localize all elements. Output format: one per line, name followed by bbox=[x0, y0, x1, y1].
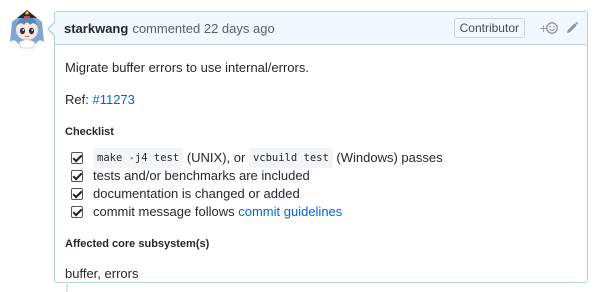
checklist-heading: Checklist bbox=[65, 126, 114, 138]
add-reaction-icon[interactable]: + bbox=[539, 21, 559, 35]
checklist-item-text: (UNIX), or bbox=[186, 150, 246, 165]
checklist-item: documentation is changed or added bbox=[71, 185, 577, 203]
inline-code: vcbuild test bbox=[248, 148, 333, 168]
comment-header: starkwang commented 22 days ago Contribu… bbox=[55, 12, 587, 45]
checkbox-checked[interactable] bbox=[71, 206, 83, 218]
comment-caret-inner bbox=[49, 22, 56, 36]
subsystems-heading: Affected core subsystem(s) bbox=[65, 238, 210, 250]
ref-line: Ref: #11273 bbox=[65, 91, 577, 109]
timeline-connector bbox=[66, 282, 68, 292]
checkbox-checked[interactable] bbox=[71, 170, 83, 182]
timeline: starkwang commented 22 days ago Contribu… bbox=[0, 0, 600, 292]
comment-action: commented bbox=[132, 20, 201, 36]
checkbox-checked[interactable] bbox=[71, 188, 83, 200]
checklist-item-text: commit message follows bbox=[93, 204, 235, 219]
checklist-item: commit message follows commit guidelines bbox=[71, 203, 577, 221]
checklist-item: tests and/or benchmarks are included bbox=[71, 167, 577, 185]
checkbox-checked[interactable] bbox=[71, 152, 83, 164]
issue-link[interactable]: #11273 bbox=[92, 92, 134, 107]
edit-pencil-icon[interactable] bbox=[565, 21, 579, 35]
checklist-item-text: tests and/or benchmarks are included bbox=[93, 168, 310, 183]
avatar-image bbox=[10, 10, 44, 49]
checklist-item-text: documentation is changed or added bbox=[93, 186, 300, 201]
ref-label: Ref: bbox=[65, 92, 89, 107]
comment-body: Migrate buffer errors to use internal/er… bbox=[55, 45, 587, 283]
checklist: make -j4 test (UNIX), or vcbuild test (W… bbox=[65, 148, 577, 221]
subsystems-value: buffer, errors bbox=[65, 266, 139, 281]
contributor-badge: Contributor bbox=[453, 18, 525, 38]
commit-guidelines-link[interactable]: commit guidelines bbox=[238, 203, 342, 221]
author-link[interactable]: starkwang bbox=[64, 21, 128, 36]
inline-code: make -j4 test bbox=[93, 148, 184, 168]
comment-box: starkwang commented 22 days ago Contribu… bbox=[47, 11, 588, 283]
comment-summary: Migrate buffer errors to use internal/er… bbox=[65, 60, 309, 75]
comment-timestamp[interactable]: 22 days ago bbox=[204, 21, 275, 36]
checklist-item-text: (Windows) passes bbox=[336, 150, 443, 165]
avatar[interactable] bbox=[6, 8, 48, 50]
checklist-item: make -j4 test (UNIX), or vcbuild test (W… bbox=[71, 148, 577, 168]
